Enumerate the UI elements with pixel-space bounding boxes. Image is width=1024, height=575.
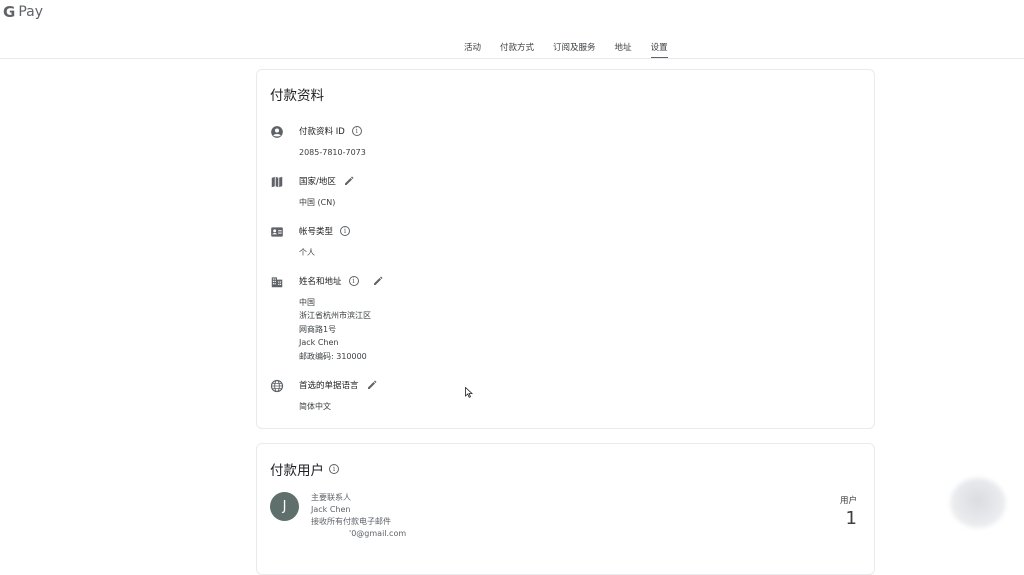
- address-line: 中国: [299, 298, 315, 307]
- user-count-value: 1: [845, 508, 857, 529]
- payment-users-title-row: 付款用户 i: [270, 459, 339, 479]
- user-role: 主要联系人: [311, 493, 351, 502]
- tab-payment-methods[interactable]: 付款方式: [500, 41, 534, 59]
- payment-profile-title: 付款资料: [270, 88, 324, 104]
- user-count-label: 用户: [839, 496, 857, 506]
- address-line: 网商路1号: [299, 324, 337, 334]
- blurred-avatar-overlay: [950, 478, 1006, 528]
- map-icon: [271, 176, 283, 188]
- account-circle-icon: [271, 126, 283, 138]
- avatar: J: [270, 492, 299, 521]
- info-icon[interactable]: i: [348, 276, 359, 286]
- user-note: 接收所有付款电子邮件: [311, 517, 391, 526]
- field-label: 付款资料 ID: [299, 127, 345, 137]
- info-icon[interactable]: i: [340, 226, 351, 236]
- country-value: 中国 (CN): [299, 198, 336, 207]
- payment-users-title: 付款用户: [270, 463, 324, 479]
- tab-activity[interactable]: 活动: [464, 41, 481, 59]
- address-line: 浙江省杭州市滨江区: [299, 311, 371, 321]
- payment-profile-card: 付款资料 付款资料 ID i 2085-7810-7073 国家/地区 中国 (…: [256, 69, 875, 429]
- address-line: Jack Chen: [299, 338, 339, 348]
- user-info: 主要联系人 Jack Chen 接收所有付款电子邮件 '0@gmail.com: [311, 492, 406, 540]
- address-value: 中国 浙江省杭州市滨江区 网商路1号 Jack Chen 邮政编码: 31000…: [299, 296, 371, 363]
- user-email: '0@gmail.com: [349, 529, 407, 538]
- tab-settings[interactable]: 设置: [650, 41, 668, 59]
- field-label: 国家/地区: [299, 177, 336, 187]
- nav-divider: [0, 58, 1024, 59]
- info-icon[interactable]: i: [329, 464, 339, 474]
- globe-icon: [270, 379, 284, 393]
- account-type-value: 个人: [299, 248, 315, 257]
- payment-users-card: 付款用户 i J 主要联系人 Jack Chen 接收所有付款电子邮件 '0@g…: [256, 443, 875, 575]
- logo-text: Pay: [18, 4, 43, 20]
- edit-pencil-icon[interactable]: [343, 175, 355, 187]
- google-g-logo: G: [3, 3, 16, 21]
- field-label: 姓名和地址: [299, 277, 342, 287]
- edit-pencil-icon[interactable]: [372, 275, 384, 287]
- edit-pencil-icon[interactable]: [366, 379, 378, 391]
- building-icon: [271, 277, 283, 288]
- language-value: 简体中文: [299, 402, 331, 411]
- user-name: Jack Chen: [311, 505, 351, 514]
- tab-subscriptions[interactable]: 订阅及服务: [553, 41, 596, 59]
- mouse-cursor-icon: [465, 387, 473, 398]
- google-pay-logo[interactable]: G Pay: [3, 3, 43, 21]
- profile-id-value: 2085-7810-7073: [299, 148, 366, 157]
- address-line: 邮政编码: 310000: [299, 351, 367, 361]
- info-icon[interactable]: i: [351, 126, 362, 136]
- field-label: 首选的单据语言: [299, 381, 359, 391]
- top-navigation: 活动 付款方式 订阅及服务 地址 设置: [0, 41, 1024, 59]
- field-label: 帐号类型: [299, 227, 334, 237]
- id-card-icon: [271, 227, 283, 237]
- user-count: 用户 1: [840, 494, 857, 529]
- tab-addresses[interactable]: 地址: [615, 41, 632, 59]
